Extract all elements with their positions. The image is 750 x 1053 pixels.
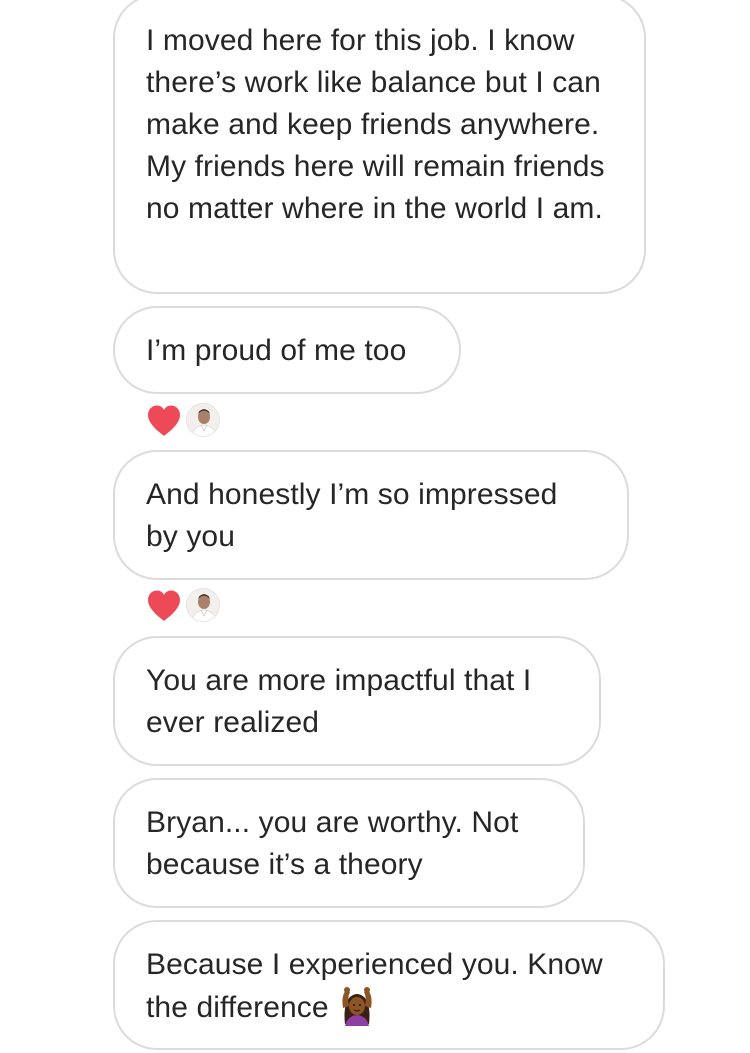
message-reaction[interactable]: [146, 587, 226, 623]
heart-icon: [148, 590, 180, 621]
message-bubble[interactable]: Bryan... you are worthy. Not because it’…: [113, 778, 585, 908]
woman-gesturing-ok-emoji-icon: [342, 987, 372, 1026]
message-text: I moved here for this job. I know there’…: [146, 24, 605, 225]
message-bubble[interactable]: I’m proud of me too: [113, 306, 461, 394]
heart-icon: [148, 405, 180, 436]
message-text: I’m proud of me too: [146, 334, 407, 367]
message-bubble[interactable]: I moved here for this job. I know there’…: [113, 0, 646, 294]
message-bubble[interactable]: And honestly I’m so impressed by you: [113, 450, 629, 580]
message-text: You are more impactful that I ever reali…: [146, 664, 532, 739]
reactor-avatar: [186, 403, 220, 437]
message-bubble[interactable]: Because I experienced you. Know the diff…: [113, 920, 665, 1050]
reactor-avatar: [186, 588, 220, 622]
message-bubble[interactable]: You are more impactful that I ever reali…: [113, 636, 601, 766]
message-text: Bryan... you are worthy. Not because it’…: [146, 806, 519, 881]
message-text: And honestly I’m so impressed by you: [146, 478, 558, 553]
message-thread: I moved here for this job. I know there’…: [0, 0, 750, 1053]
message-reaction[interactable]: [146, 402, 226, 438]
